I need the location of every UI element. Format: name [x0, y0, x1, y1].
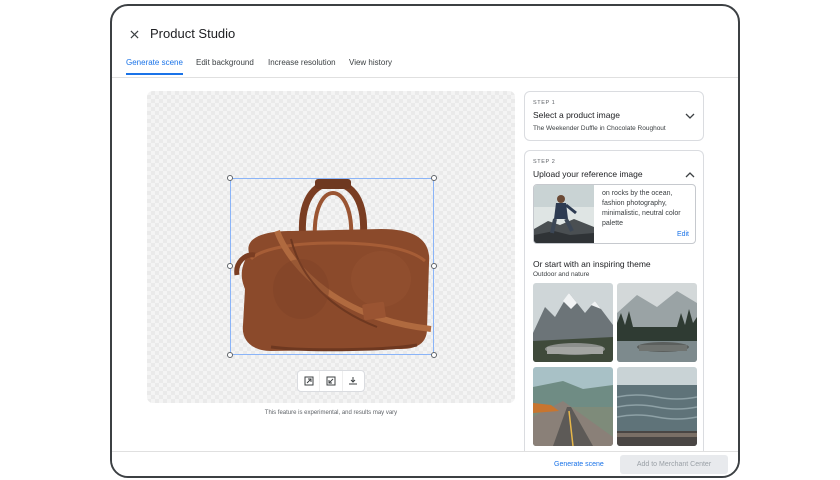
- coastal-road-image: [533, 367, 613, 446]
- step2-title: Upload your reference image: [533, 169, 643, 179]
- product-studio-window: Product Studio Generate scene Edit backg…: [110, 4, 740, 478]
- canvas-toolbar: [297, 370, 365, 392]
- theme-ocean-waves[interactable]: [617, 367, 697, 446]
- theme-mountain-pedestal[interactable]: [533, 283, 613, 362]
- resize-handle-bottom-right[interactable]: [431, 352, 437, 358]
- product-canvas[interactable]: [147, 91, 515, 403]
- generate-scene-button[interactable]: Generate scene: [554, 461, 604, 468]
- edit-prompt-link[interactable]: Edit: [677, 231, 689, 238]
- shrink-product-button[interactable]: [320, 371, 343, 391]
- tab-generate-scene[interactable]: Generate scene: [126, 58, 183, 75]
- reference-image-thumbnail: [534, 185, 594, 243]
- resize-handle-top-left[interactable]: [227, 175, 233, 181]
- theme-coastal-road[interactable]: [533, 367, 613, 446]
- tab-bar: Generate scene Edit background Increase …: [112, 54, 738, 78]
- shrink-product-icon: [326, 376, 336, 386]
- resize-handle-top-right[interactable]: [431, 175, 437, 181]
- fit-to-frame-icon: [304, 376, 314, 386]
- tab-edit-background[interactable]: Edit background: [196, 58, 254, 73]
- experimental-disclaimer: This feature is experimental, and result…: [264, 410, 398, 416]
- chevron-down-icon[interactable]: [685, 112, 695, 120]
- download-icon: [349, 377, 358, 385]
- step2-card: STEP 2 Upload your reference image on ro…: [524, 150, 704, 456]
- product-selection-box[interactable]: [227, 175, 437, 358]
- fit-to-frame-button[interactable]: [298, 371, 321, 391]
- chevron-up-icon[interactable]: [685, 171, 695, 179]
- reference-prompt-text: on rocks by the ocean, fashion photograp…: [602, 190, 681, 227]
- download-button[interactable]: [343, 371, 364, 391]
- close-button[interactable]: [126, 26, 142, 42]
- step2-label: STEP 2: [533, 159, 556, 165]
- app-title: Product Studio: [150, 26, 236, 41]
- theme-section-title: Or start with an inspiring theme: [533, 259, 651, 269]
- tab-increase-resolution[interactable]: Increase resolution: [268, 58, 336, 73]
- theme-category-label: Outdoor and nature: [533, 271, 590, 278]
- duffle-bag-image: [234, 179, 432, 352]
- ocean-scene-image: [617, 367, 697, 446]
- step1-card[interactable]: STEP 1 Select a product image The Weeken…: [524, 91, 704, 141]
- step1-selected-product: The Weekender Duffle in Chocolate Rougho…: [533, 125, 666, 132]
- tab-view-history[interactable]: View history: [349, 58, 392, 73]
- resize-handle-bottom-left[interactable]: [227, 352, 233, 358]
- close-icon: [129, 29, 139, 39]
- resize-handle-left[interactable]: [227, 263, 233, 269]
- theme-forest-lake-pedestal[interactable]: [617, 283, 697, 362]
- mountain-scene-image: [533, 283, 613, 362]
- reference-image-card[interactable]: on rocks by the ocean, fashion photograp…: [533, 184, 696, 244]
- step1-title: Select a product image: [533, 110, 620, 120]
- add-to-merchant-center-button[interactable]: Add to Merchant Center: [620, 455, 728, 474]
- resize-handle-right[interactable]: [431, 263, 437, 269]
- forest-scene-image: [617, 283, 697, 362]
- step1-label: STEP 1: [533, 100, 556, 106]
- footer-bar: Generate scene Add to Merchant Center: [112, 451, 738, 476]
